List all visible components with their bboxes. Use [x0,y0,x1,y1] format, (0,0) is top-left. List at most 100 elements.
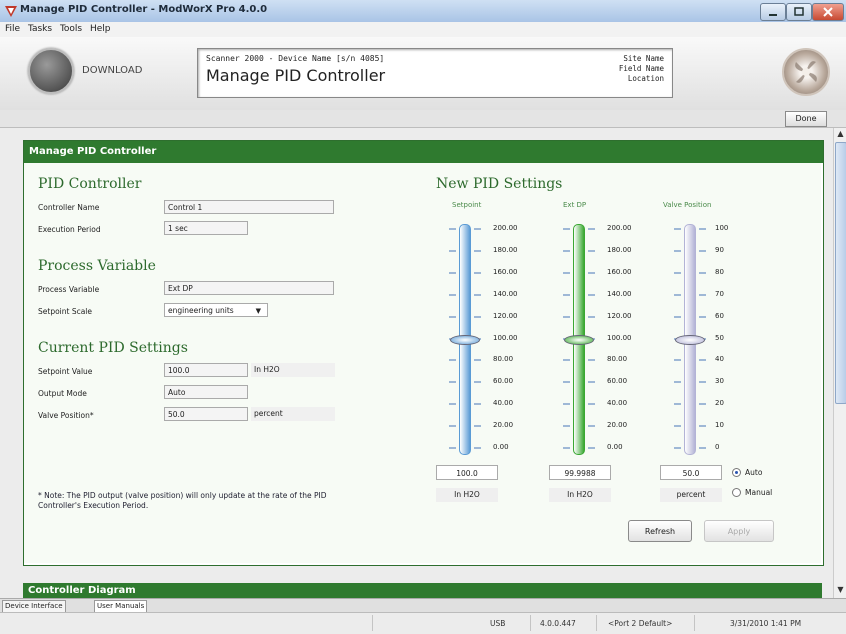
execution-period-field[interactable]: 1 sec [164,221,248,235]
scroll-down-icon[interactable]: ▼ [835,585,846,594]
tick-label: 100 [715,224,729,232]
tick-label: 60.00 [493,377,514,386]
tick-mark [474,271,481,274]
tick-label: 200.00 [493,224,518,232]
tick-label: 20.00 [607,421,628,430]
slider-value-field[interactable]: 50.0 [660,465,722,480]
tick-label: 60.00 [607,377,628,386]
tick-mark [674,447,681,449]
status-divider [596,615,597,631]
tick-mark [699,447,706,449]
tick-mark [674,403,681,406]
manual-radio[interactable] [732,488,741,497]
tick-label: 140.00 [493,289,518,298]
tick-mark [449,315,456,318]
minimize-icon [769,14,777,16]
tick-mark [674,381,681,384]
tick-label: 160.00 [607,267,632,276]
slider-handle[interactable] [564,334,594,345]
status-bar: USB 4.0.0.447 <Port 2 Default> 3/31/2010… [0,612,846,634]
menu-help[interactable]: Help [90,24,111,34]
process-variable-field[interactable]: Ext DP [164,281,334,295]
tick-label: 200.00 [607,224,632,232]
execution-period-label: Execution Period [38,225,101,234]
tick-label: 40.00 [607,399,628,408]
tick-mark [449,359,456,362]
tick-mark [588,403,595,406]
minimize-button[interactable] [760,3,786,21]
status-divider [372,615,373,631]
output-mode-label: Output Mode [38,389,87,398]
auto-radio[interactable] [732,468,741,477]
controller-diagram-header[interactable]: Controller Diagram [23,583,822,598]
tick-label: 0.00 [493,443,509,451]
tick-label: 80.00 [493,355,514,364]
vertical-scrollbar[interactable]: ▲ ▼ [833,128,846,598]
tick-mark [449,425,456,428]
download-label[interactable]: DOWNLOAD [82,65,142,76]
apply-button[interactable]: Apply [704,520,774,542]
tick-label: 120.00 [493,311,518,320]
valve-position-unit: percent [251,407,335,421]
tick-mark [563,228,570,230]
tick-label: 50 [715,333,724,342]
done-button[interactable]: Done [785,111,827,127]
tick-mark [674,315,681,318]
setpoint-scale-select[interactable]: engineering units ▼ [164,303,268,317]
action-toolbar: Done [0,110,846,128]
tick-mark [588,271,595,274]
scroll-up-icon[interactable]: ▲ [835,129,846,138]
menu-tasks[interactable]: Tasks [28,24,52,34]
tick-label: 20.00 [493,421,514,430]
auto-radio-label[interactable]: Auto [745,468,762,477]
maximize-button[interactable] [786,3,812,21]
setpoint-scale-label: Setpoint Scale [38,307,93,316]
status-connection: USB [490,619,506,628]
tick-mark [449,293,456,296]
slider-unit: In H2O [436,488,498,502]
tick-label: 0.00 [607,443,623,451]
tick-mark [474,249,481,252]
valve-position-label: Valve Position* [38,411,94,420]
slider-handle[interactable] [675,334,705,345]
site-name: Site Name [623,54,664,63]
tick-mark [588,293,595,296]
menu-tools[interactable]: Tools [60,24,82,34]
tick-label: 10 [715,421,724,430]
slider-value-field[interactable]: 100.0 [436,465,498,480]
process-variable-heading: Process Variable [38,258,156,274]
tick-mark [674,271,681,274]
refresh-button[interactable]: Refresh [628,520,692,542]
scrollbar-thumb[interactable] [835,142,846,404]
tick-mark [474,293,481,296]
tick-label: 80.00 [607,355,628,364]
status-divider [530,615,531,631]
window-title: Manage PID Controller - ModWorX Pro 4.0.… [20,4,268,15]
close-button[interactable] [812,3,844,21]
tick-mark [588,228,595,230]
slider-title: Ext DP [563,201,587,209]
application-window: Manage PID Controller - ModWorX Pro 4.0.… [0,0,846,634]
chevron-down-icon: ▼ [255,307,261,315]
tick-label: 30 [715,377,724,386]
location: Location [627,74,664,83]
status-version: 4.0.0.447 [540,619,576,628]
slider-handle[interactable] [450,334,480,345]
tick-mark [449,403,456,406]
tick-mark [449,447,456,449]
slider-unit: In H2O [549,488,611,502]
note-text: * Note: The PID output (valve position) … [38,491,327,510]
download-button[interactable] [28,48,74,94]
controller-name-field[interactable]: Control 1 [164,200,334,214]
slider-value-field[interactable]: 99.9988 [549,465,611,480]
manual-radio-label[interactable]: Manual [745,488,772,497]
tick-mark [699,403,706,406]
menu-file[interactable]: File [5,24,20,34]
app-logo-icon [5,6,17,17]
tick-label: 120.00 [607,311,632,320]
valve-position-field: 50.0 [164,407,248,421]
current-settings-heading: Current PID Settings [38,340,188,356]
tick-mark [474,425,481,428]
tick-mark [449,228,456,230]
tick-mark [699,425,706,428]
